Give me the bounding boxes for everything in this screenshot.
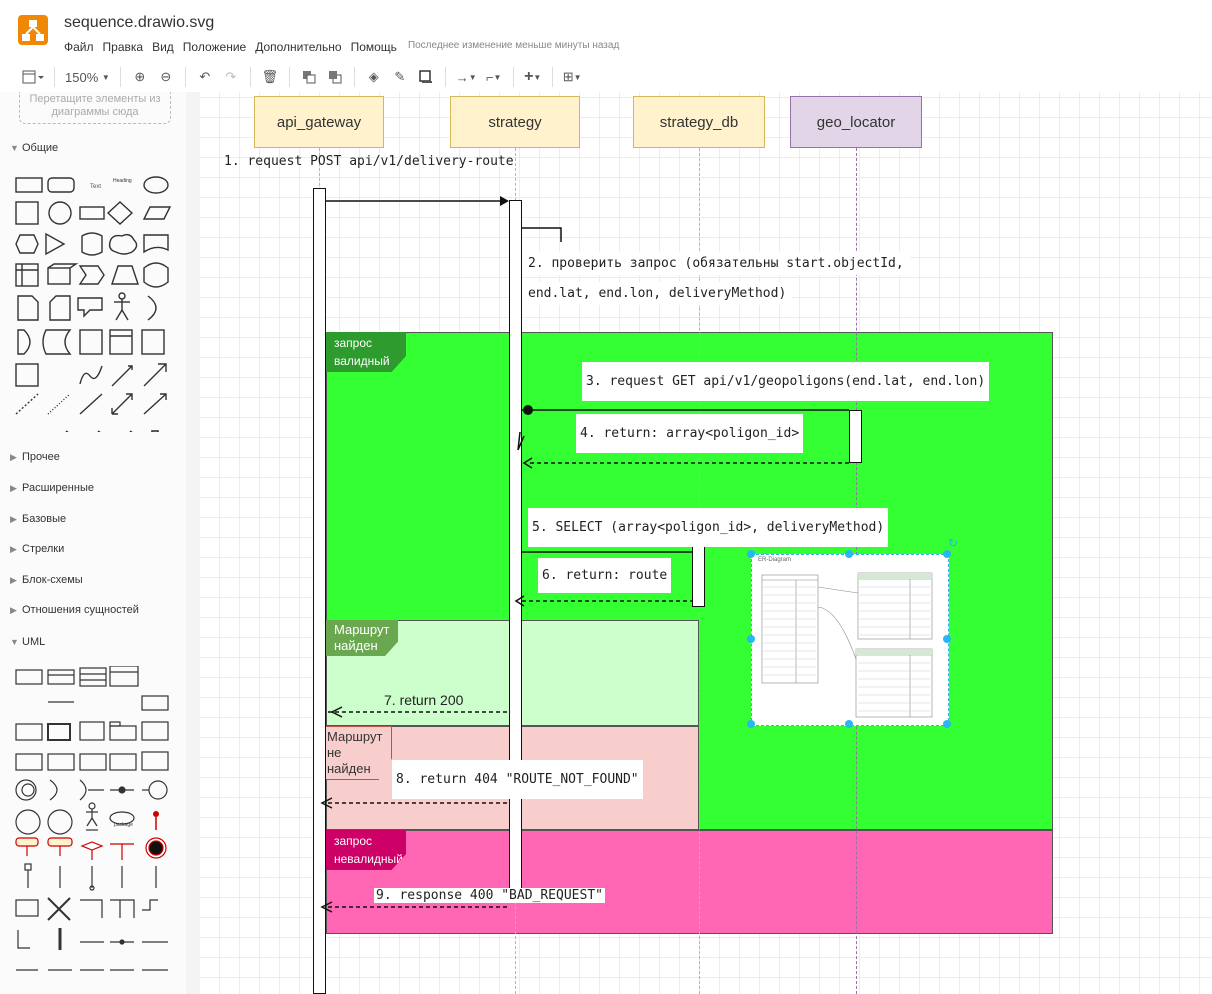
message-6[interactable]: 6. return: route [538, 558, 672, 593]
message-1[interactable]: 1. request POST api/v1/delivery-route [222, 154, 516, 169]
chevron-down-icon: ▼ [10, 637, 19, 647]
redo-icon[interactable]: ↷ [222, 66, 240, 88]
zoom-dropdown[interactable]: 150% ▼ [65, 66, 110, 88]
table-icon[interactable]: ⊞ ▼ [563, 66, 582, 88]
section-general[interactable]: ▼ Общие [0, 142, 186, 154]
text-shape-label: Text [90, 184, 101, 190]
general-shapes-palette[interactable]: Text Heading [10, 172, 180, 432]
menu-file[interactable]: Файл [64, 40, 94, 54]
sidebar-scrollbar[interactable] [186, 92, 200, 994]
section-misc[interactable]: ▶ Прочее [0, 451, 186, 463]
chevron-right-icon: ▶ [10, 514, 17, 524]
file-title[interactable]: sequence.drawio.svg [64, 14, 214, 32]
menu-bar: Файл Правка Вид Положение Дополнительно … [64, 40, 628, 54]
shapes-sidebar: Перетащите элементы из диаграммы сюда ▼ О… [0, 92, 187, 994]
connection-icon[interactable]: → ▼ [456, 66, 477, 88]
rotate-icon[interactable]: ↻ [948, 536, 958, 550]
message-7[interactable]: 7. return 200 [382, 692, 465, 708]
format-panel-icon[interactable] [22, 66, 44, 88]
message-2-line2[interactable]: end.lat, end.lon, deliveryMethod) [522, 282, 793, 305]
last-change-status[interactable]: Последнее изменение меньше минуты назад [408, 40, 619, 54]
zoom-value: 150% [65, 69, 99, 85]
zoom-in-icon[interactable]: ⊕ [131, 66, 149, 88]
menu-help[interactable]: Помощь [351, 40, 397, 54]
drawio-logo [18, 15, 48, 45]
chevron-right-icon: ▶ [10, 544, 17, 554]
section-entity-relation[interactable]: ▶ Отношения сущностей [0, 604, 186, 616]
section-basic[interactable]: ▶ Базовые [0, 513, 186, 525]
chevron-right-icon: ▶ [10, 575, 17, 585]
menu-view[interactable]: Вид [152, 40, 174, 54]
package-shape-label: package [114, 822, 133, 828]
message-2-line1[interactable]: 2. проверить запрос (обязательны start.o… [522, 252, 910, 275]
chevron-down-icon: ▼ [10, 143, 19, 153]
uml-shapes-palette[interactable]: package [10, 666, 180, 986]
message-5[interactable]: 5. SELECT (array<poligon_id>, deliveryMe… [528, 508, 889, 547]
section-arrows[interactable]: ▶ Стрелки [0, 543, 186, 555]
insert-icon[interactable]: + ▼ [524, 66, 542, 88]
delete-icon[interactable]: 🗑 [261, 66, 279, 88]
menu-edit[interactable]: Правка [103, 40, 144, 54]
zoom-out-icon[interactable]: ⊖ [157, 66, 175, 88]
shadow-icon[interactable] [417, 66, 435, 88]
menu-arrange[interactable]: Положение [183, 40, 246, 54]
waypoints-icon[interactable]: ⌐ ▼ [485, 66, 503, 88]
undo-icon[interactable]: ↶ [196, 66, 214, 88]
chevron-right-icon: ▶ [10, 483, 17, 493]
message-9[interactable]: 9. response 400 "BAD_REQUEST" [374, 888, 605, 903]
fill-color-icon[interactable]: ◈ [365, 66, 383, 88]
app-header: sequence.drawio.svg Файл Правка Вид Поло… [0, 0, 1212, 63]
scratchpad-dropzone[interactable]: Перетащите элементы из диаграммы сюда [19, 92, 171, 124]
selection-handles[interactable] [743, 546, 963, 736]
section-uml[interactable]: ▼ UML [0, 636, 186, 648]
message-3[interactable]: 3. request GET api/v1/geopoligons(end.la… [582, 362, 990, 401]
toolbar: 150% ▼ ⊕ ⊖ ↶ ↷ 🗑 ◈ ✎ → ▼ ⌐ ▼ + ▼ ⊞ ▼ [0, 62, 1212, 93]
heading-shape-label: Heading [113, 178, 132, 184]
line-color-icon[interactable]: ✎ [391, 66, 409, 88]
to-back-icon[interactable] [326, 66, 344, 88]
menu-extras[interactable]: Дополнительно [255, 40, 341, 54]
message-8[interactable]: 8. return 404 "ROUTE_NOT_FOUND" [392, 760, 643, 799]
message-4[interactable]: 4. return: array<poligon_id> [576, 414, 804, 453]
to-front-icon[interactable] [300, 66, 318, 88]
section-advanced[interactable]: ▶ Расширенные [0, 482, 186, 494]
section-flowchart[interactable]: ▶ Блок-схемы [0, 574, 186, 586]
chevron-down-icon: ▼ [101, 72, 110, 82]
diagram-canvas[interactable]: запрос валидный Маршрут найден Маршрут н… [200, 92, 1212, 994]
chevron-right-icon: ▶ [10, 605, 17, 615]
chevron-right-icon: ▶ [10, 452, 17, 462]
